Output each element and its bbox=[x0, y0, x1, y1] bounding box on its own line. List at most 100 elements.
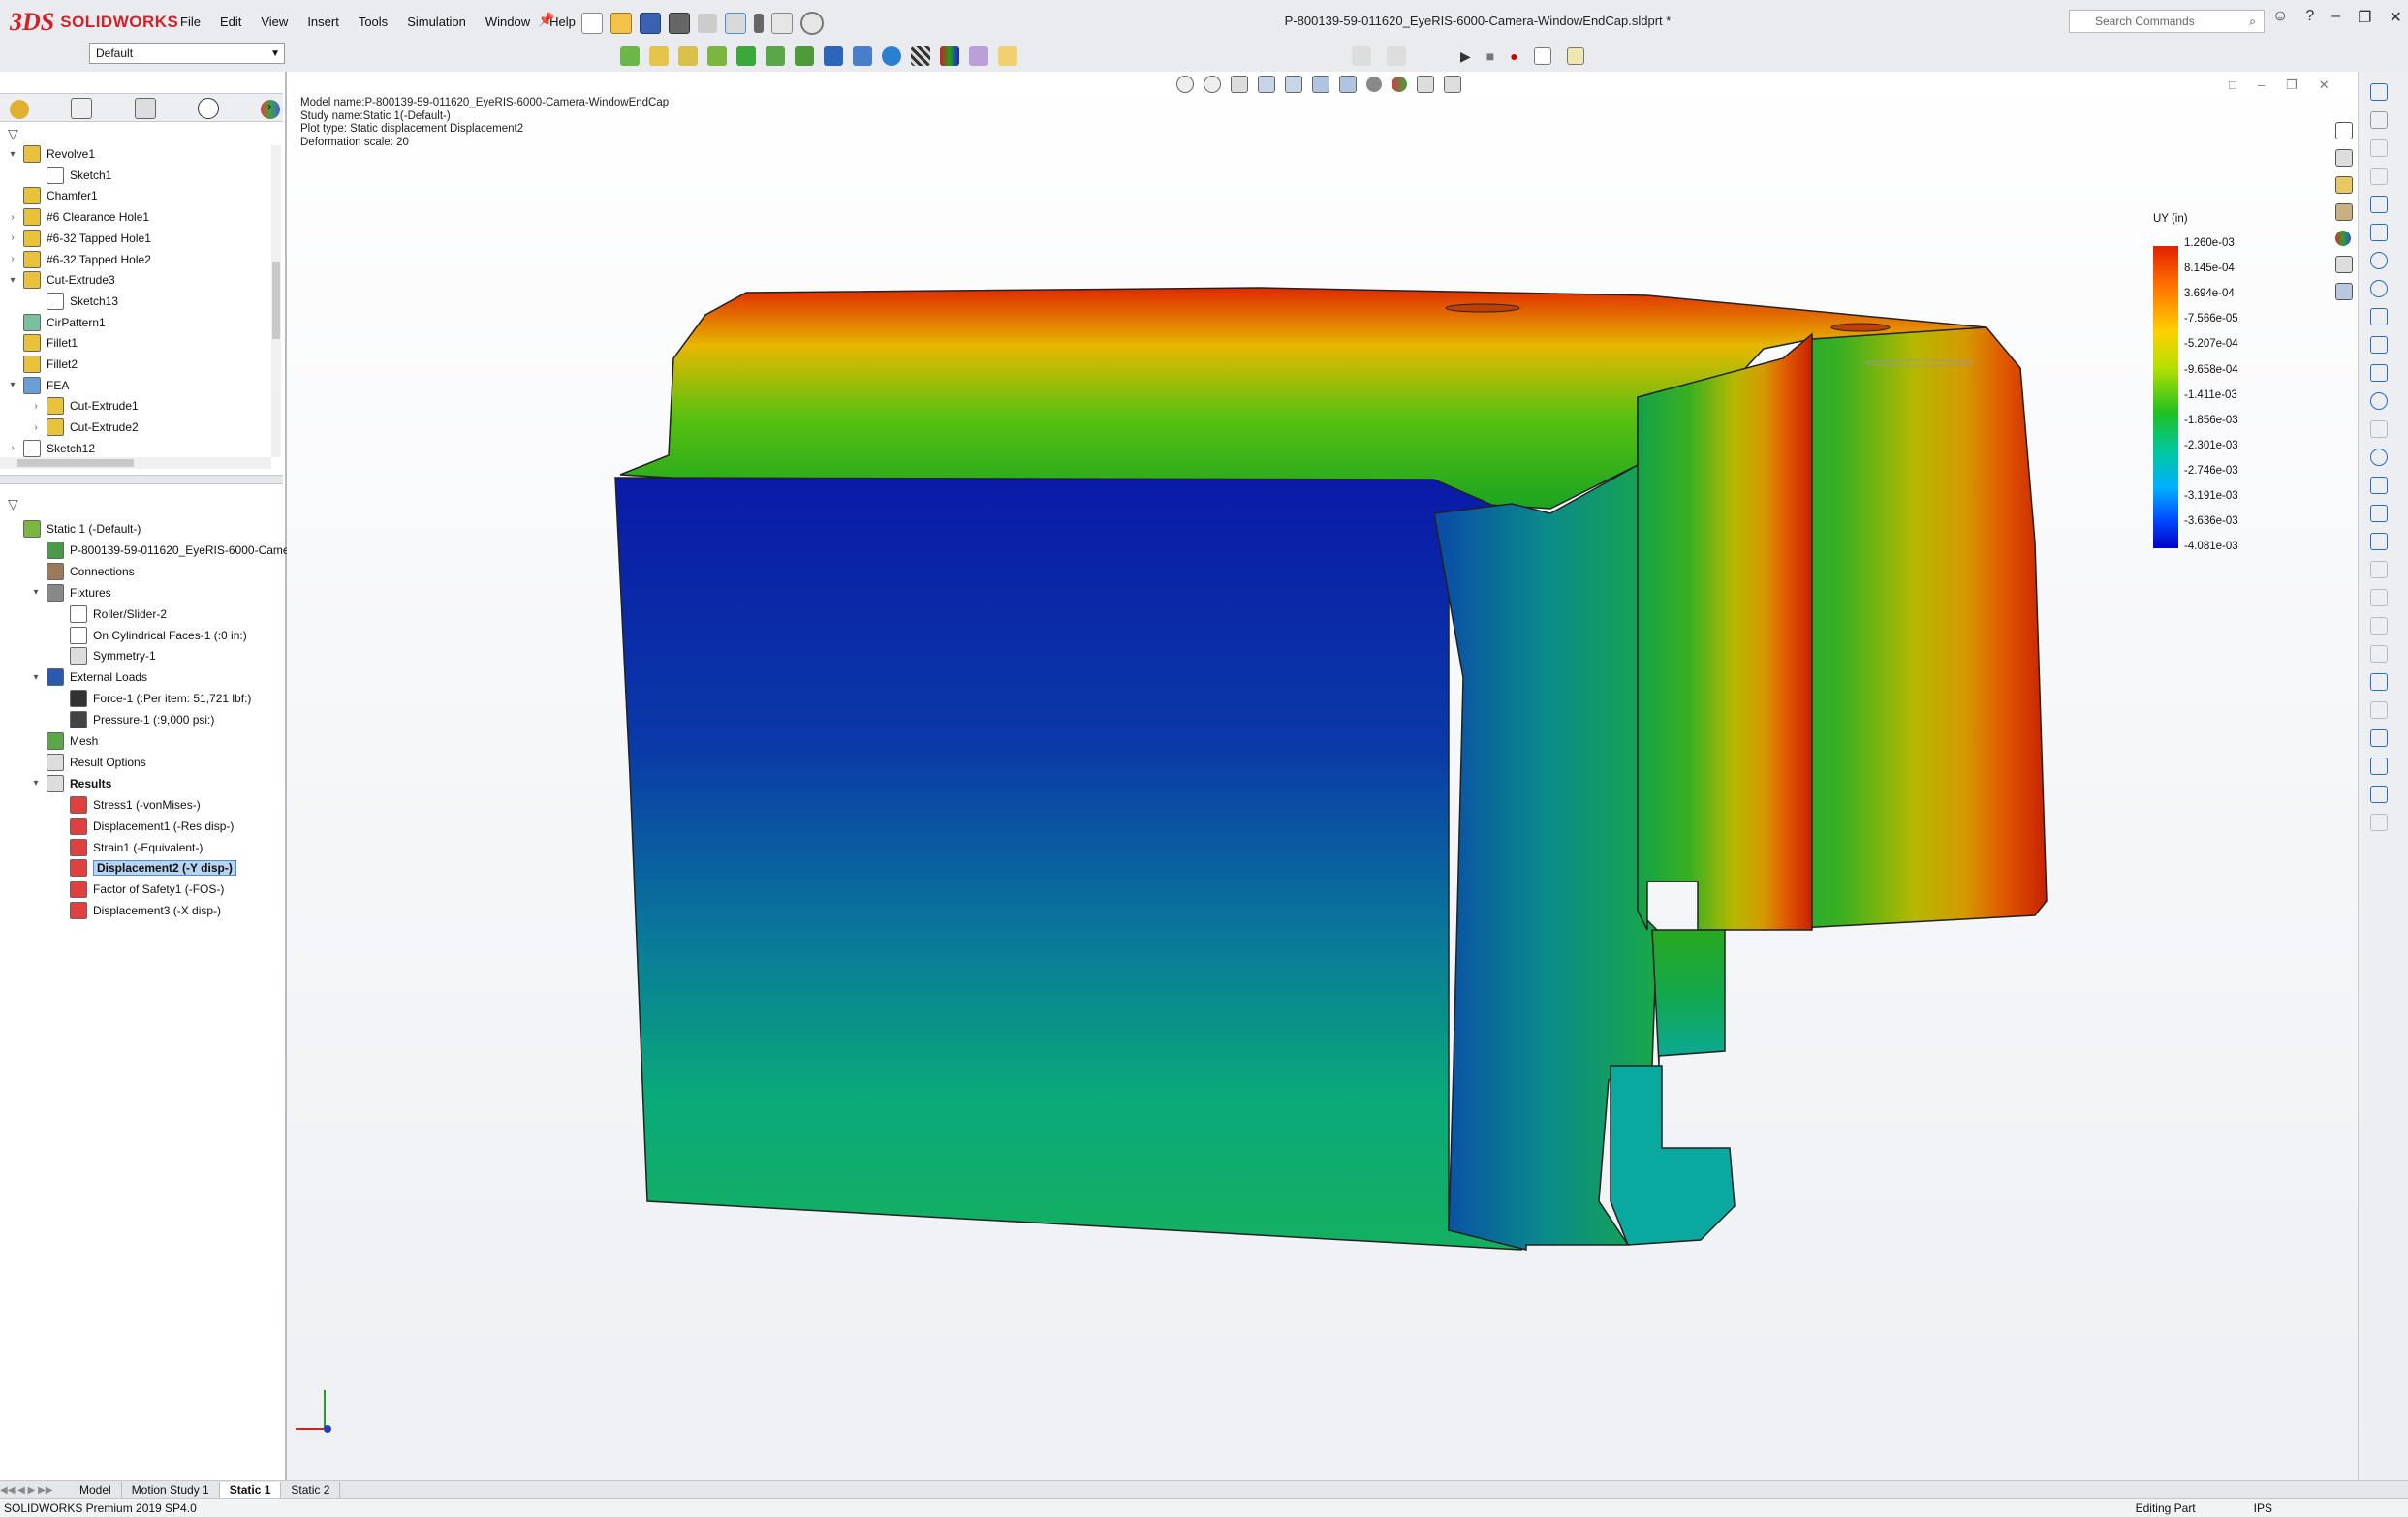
tab-navigation-arrows[interactable]: ◀◀ ◀ ▶ ▶▶ bbox=[0, 1482, 70, 1499]
exit-sketch-icon[interactable] bbox=[2370, 814, 2388, 831]
smart-dimension-icon[interactable] bbox=[2370, 111, 2388, 129]
sim-tree-item-row[interactable]: ▾ Fixtures bbox=[31, 583, 111, 602]
restore-icon[interactable]: ❐ bbox=[2358, 8, 2371, 27]
menu-simulation[interactable]: Simulation bbox=[397, 12, 476, 32]
polygon-icon[interactable] bbox=[2370, 308, 2388, 325]
arc-icon[interactable] bbox=[2370, 280, 2388, 297]
feature-tree-item-row[interactable]: ▾ Cut-Extrude3 bbox=[8, 271, 115, 290]
feature-tree-item-row[interactable]: Fillet1 bbox=[8, 334, 78, 353]
tab-static-2[interactable]: Static 2 bbox=[281, 1481, 341, 1499]
sim-tree-item-row[interactable]: Displacement3 (-X disp-) bbox=[54, 902, 221, 920]
property-manager-tab-icon[interactable] bbox=[71, 98, 93, 119]
feature-manager-tab-icon[interactable] bbox=[10, 100, 29, 119]
menu-edit[interactable]: Edit bbox=[210, 12, 251, 32]
expand-down-icon[interactable]: ▾ bbox=[31, 587, 41, 598]
horizontal-scrollbar[interactable] bbox=[0, 457, 271, 469]
scrollbar-thumb[interactable] bbox=[272, 262, 280, 339]
sim-tree-item-row[interactable]: Result Options bbox=[31, 753, 146, 771]
move-icon[interactable] bbox=[2370, 617, 2388, 635]
pattern-sketch-icon[interactable] bbox=[2370, 589, 2388, 606]
feature-tree-item-row[interactable]: › #6-32 Tapped Hole1 bbox=[8, 229, 151, 247]
search-icon[interactable]: ⌕ bbox=[2249, 15, 2256, 29]
external-loads-icon[interactable] bbox=[678, 46, 698, 66]
file-explorer-icon[interactable] bbox=[2335, 203, 2353, 221]
mirror-icon[interactable] bbox=[2370, 561, 2388, 578]
open-icon[interactable] bbox=[610, 13, 632, 34]
deformed-result-icon[interactable] bbox=[853, 46, 872, 66]
help-icon[interactable]: ? bbox=[2305, 8, 2314, 27]
chevron-right-icon[interactable]: › bbox=[267, 99, 271, 113]
study-icon[interactable] bbox=[620, 46, 640, 66]
configuration-manager-tab-icon[interactable] bbox=[134, 98, 156, 119]
trim-icon[interactable] bbox=[2370, 477, 2388, 494]
close-icon[interactable]: ✕ bbox=[2390, 8, 2402, 27]
slot-icon[interactable] bbox=[2370, 336, 2388, 354]
line-icon[interactable] bbox=[2370, 196, 2388, 213]
tab-static-1[interactable]: Static 1 bbox=[219, 1481, 282, 1499]
sim-tree-item-row[interactable]: On Cylindrical Faces-1 (:0 in:) bbox=[54, 626, 247, 644]
undo-icon[interactable] bbox=[698, 14, 717, 33]
sim-tree-item-row[interactable]: Roller/Slider-2 bbox=[54, 604, 167, 623]
feature-tree-item-row[interactable]: › Cut-Extrude2 bbox=[31, 418, 139, 437]
sim-tree-item-row[interactable]: Mesh bbox=[31, 732, 98, 750]
include-image-icon[interactable] bbox=[969, 46, 988, 66]
menu-window[interactable]: Window bbox=[476, 12, 540, 32]
repair-sketch-icon[interactable] bbox=[2370, 673, 2388, 691]
expand-down-icon[interactable]: ▾ bbox=[8, 275, 17, 286]
new-document-icon[interactable] bbox=[581, 13, 603, 34]
3d-sketch-icon[interactable] bbox=[2370, 786, 2388, 803]
sim-filter-icon[interactable]: ▽ bbox=[8, 496, 18, 512]
tab-motion-study-1[interactable]: Motion Study 1 bbox=[122, 1481, 220, 1499]
file-properties-icon[interactable] bbox=[771, 13, 793, 34]
feature-tree-item-row[interactable]: Sketch1 bbox=[31, 166, 111, 184]
sim-tree-item-row[interactable]: Stress1 (-vonMises-) bbox=[54, 795, 201, 814]
home-icon[interactable] bbox=[2335, 122, 2353, 139]
section-clipping-icon[interactable] bbox=[1387, 46, 1406, 66]
expand-down-icon[interactable]: ▾ bbox=[31, 672, 41, 683]
sim-tree-item-row[interactable]: Static 1 (-Default-) bbox=[8, 520, 141, 538]
tab-model[interactable]: Model bbox=[70, 1481, 122, 1499]
sim-tree-item-row[interactable]: Connections bbox=[31, 562, 135, 580]
run-study-icon[interactable] bbox=[795, 46, 814, 66]
expand-right-icon[interactable]: › bbox=[8, 443, 17, 453]
menu-tools[interactable]: Tools bbox=[349, 12, 397, 32]
construction-line-icon[interactable] bbox=[2370, 505, 2388, 522]
hscroll-thumb[interactable] bbox=[17, 459, 134, 467]
feature-tree-item-row[interactable]: ▾ FEA bbox=[8, 376, 69, 394]
feature-tree-item-row[interactable]: › Sketch12 bbox=[8, 439, 95, 457]
select-icon[interactable] bbox=[725, 13, 746, 34]
rebuild-icon[interactable] bbox=[754, 14, 764, 33]
options-gear-icon[interactable] bbox=[800, 12, 824, 35]
sim-tree-item-row[interactable]: Displacement2 (-Y disp-) bbox=[54, 859, 236, 878]
circle-icon[interactable] bbox=[2370, 252, 2388, 269]
feature-tree-item-row[interactable]: › Cut-Extrude1 bbox=[31, 397, 139, 416]
expand-right-icon[interactable]: › bbox=[31, 401, 41, 412]
save-animation-icon[interactable] bbox=[1533, 47, 1551, 65]
filter-icon[interactable]: ▽ bbox=[8, 126, 18, 142]
animation-settings-icon[interactable] bbox=[1566, 47, 1584, 65]
dimxpert-tab-icon[interactable] bbox=[198, 98, 220, 119]
save-icon[interactable] bbox=[640, 13, 661, 34]
view-palette-icon[interactable] bbox=[2335, 283, 2353, 300]
fixture-icon[interactable] bbox=[649, 46, 669, 66]
compare-results-icon[interactable] bbox=[882, 46, 901, 66]
spline-icon[interactable] bbox=[2370, 364, 2388, 382]
point-icon[interactable] bbox=[2370, 533, 2388, 550]
menu-file[interactable]: File bbox=[171, 12, 210, 32]
appearances-icon[interactable] bbox=[2335, 231, 2351, 246]
panel-splitter[interactable] bbox=[0, 475, 283, 484]
design-library-icon[interactable] bbox=[2335, 176, 2353, 194]
custom-properties-icon[interactable] bbox=[2335, 256, 2353, 273]
expand-right-icon[interactable]: › bbox=[31, 422, 41, 433]
rectangle-icon[interactable] bbox=[2370, 224, 2388, 241]
feature-tree-item-row[interactable]: › #6-32 Tapped Hole2 bbox=[8, 250, 151, 268]
feature-tree-item-row[interactable]: Sketch13 bbox=[31, 292, 118, 310]
sim-tree-item-row[interactable]: Force-1 (:Per item: 51,721 lbf:) bbox=[54, 690, 251, 708]
sim-tree-item-row[interactable]: Displacement1 (-Res disp-) bbox=[54, 817, 234, 835]
feature-tree-item-row[interactable]: › #6 Clearance Hole1 bbox=[8, 208, 149, 227]
user-icon[interactable]: ☺ bbox=[2272, 8, 2288, 27]
quick-snaps-icon[interactable] bbox=[2370, 701, 2388, 719]
menu-insert[interactable]: Insert bbox=[297, 12, 349, 32]
solidworks-logo[interactable]: 3DS SOLIDWORKS bbox=[10, 8, 178, 37]
play-icon[interactable]: ▶ bbox=[1460, 48, 1471, 65]
